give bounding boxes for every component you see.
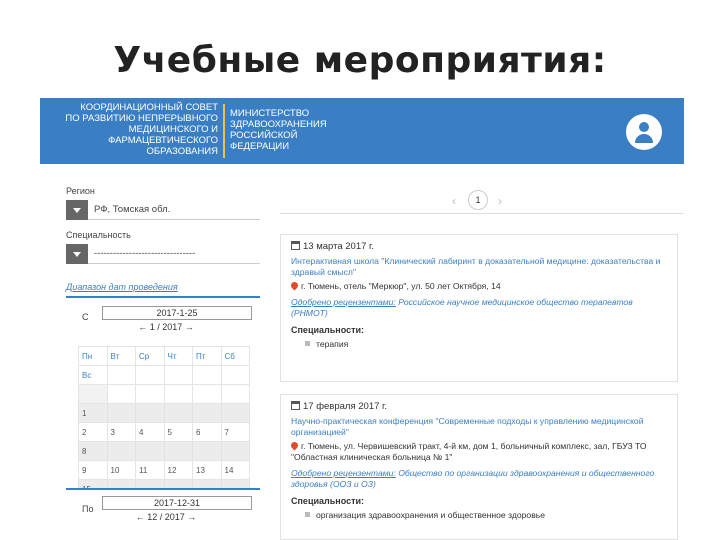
event-address: г. Тюмень, отель "Меркюр", ул. 50 лет Ок… [301,281,501,291]
next-month-arrow-icon[interactable]: → [187,512,196,522]
event-date: 17 февраля 2017 г. [303,401,387,412]
user-icon[interactable] [626,114,662,150]
calendar-day[interactable]: 4 [135,422,165,442]
from-label: С [82,312,89,322]
next-page-icon[interactable]: › [498,194,502,208]
ministry-logo-text[interactable]: Министерство здравоохранения Российской … [230,108,360,152]
calendar-from: С 2017-1-25 ← 1 / 2017 → Пн Вт Ср Чт Пт … [66,296,260,499]
event-date: 13 марта 2017 г. [303,241,374,252]
region-select[interactable]: РФ, Томская обл. [66,200,260,220]
calendar-day[interactable]: 3 [106,422,136,442]
calendar-day[interactable]: 13 [192,460,222,480]
calendar-day[interactable]: 14 [220,460,250,480]
specialty-item: организация здравоохранения и общественн… [316,510,546,520]
chevron-down-icon [66,200,88,220]
bullet-icon [305,512,310,517]
header-divider [223,104,225,158]
location-pin-icon [289,280,300,291]
bullet-icon [305,341,310,346]
event-card[interactable]: 13 марта 2017 г. Интерактивная школа "Кл… [280,234,678,382]
reviewers-label[interactable]: Одобрено рецензентами: [291,468,396,478]
divider [280,213,684,214]
specialties-heading: Специальности: [291,325,365,335]
to-label: По [82,504,94,514]
next-month-arrow-icon[interactable]: → [185,322,194,332]
page-button-1[interactable]: 1 [468,190,488,210]
calendar-day[interactable]: 7 [220,422,250,442]
event-title-link[interactable]: Интерактивная школа "Клинический лабирин… [291,256,667,278]
calendar-to: По 2017-12-31 ← 12 / 2017 → [66,488,260,540]
calendar-day[interactable]: 2 [78,422,108,442]
calendar-day[interactable]: 8 [78,441,108,461]
calendar-icon [291,401,300,410]
calendar-day[interactable]: 5 [163,422,193,442]
website-screenshot: Координационный совет по развитию непрер… [40,98,684,540]
calendar-grid: Пн Вт Ср Чт Пт Сб Вс 1 2 3 4 5 6 7 8 9 1… [78,346,250,499]
specialty-item: терапия [316,339,349,349]
prev-page-icon[interactable]: ‹ [452,194,456,208]
calendar-icon [291,241,300,250]
event-title-link[interactable]: Научно-практическая конференция "Совреме… [291,416,667,438]
from-date-input[interactable]: 2017-1-25 [102,306,252,320]
month-nav: ← 1 / 2017 → [138,322,194,332]
specialties-heading: Специальности: [291,496,365,506]
specialty-label: Специальность [66,230,131,240]
event-card[interactable]: 17 февраля 2017 г. Научно-практическая к… [280,394,678,540]
location-pin-icon [289,440,300,451]
council-logo-text[interactable]: Координационный совет по развитию непрер… [48,102,218,157]
calendar-day[interactable]: 9 [78,460,108,480]
calendar-day[interactable]: 10 [106,460,136,480]
event-address: г. Тюмень, ул. Червишевский тракт, 4-й к… [291,441,647,462]
chevron-down-icon [66,244,88,264]
region-label: Регион [66,186,95,196]
prev-month-arrow-icon[interactable]: ← [138,322,147,332]
prev-month-arrow-icon[interactable]: ← [136,512,145,522]
calendar-day[interactable]: 6 [192,422,222,442]
calendar-day[interactable]: 12 [163,460,193,480]
date-range-link[interactable]: Диапазон дат проведения [66,282,178,292]
month-nav: ← 12 / 2017 → [135,512,197,522]
to-date-input[interactable]: 2017-12-31 [102,496,252,510]
calendar-day[interactable]: 11 [135,460,165,480]
reviewers-label[interactable]: Одобрено рецензентами: [291,297,396,307]
site-header: Координационный совет по развитию непрер… [40,98,684,164]
slide-title: Учебные мероприятия: [113,40,607,81]
specialty-select[interactable]: -------------------------------- [66,244,260,264]
